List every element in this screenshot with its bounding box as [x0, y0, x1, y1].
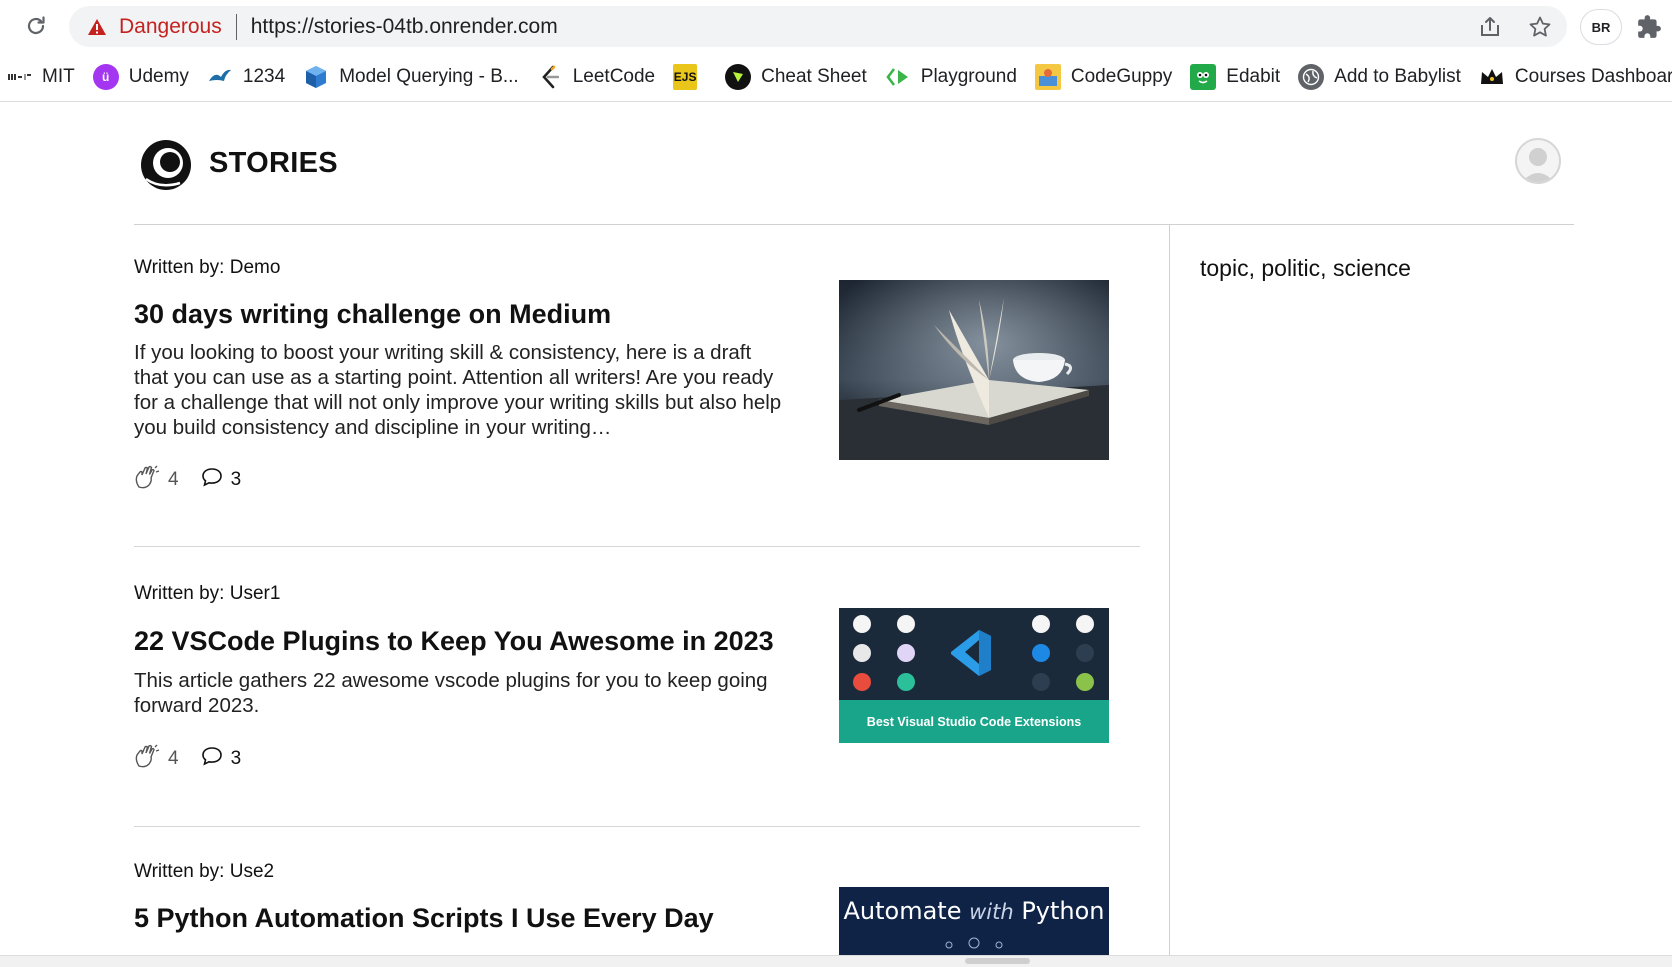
globe-icon — [1298, 64, 1325, 90]
article-thumbnail[interactable] — [839, 280, 1109, 460]
security-label[interactable]: Dangerous — [119, 15, 222, 39]
profile-initials: BR — [1591, 19, 1611, 35]
comment-icon[interactable] — [201, 467, 223, 493]
reload-icon[interactable] — [22, 12, 50, 40]
article-card[interactable]: Written by: User1 22 VSCode Plugins to K… — [134, 555, 1140, 834]
bookmark-courses-dashboard[interactable]: Courses Dashboard — [1479, 64, 1672, 90]
bookmarks-bar: MIT ü Udemy 1234 Model Querying - B... L… — [0, 53, 1672, 102]
thumbnail-caption: Best Visual Studio Code Extensions — [839, 700, 1109, 743]
topics-sidebar[interactable]: topic, politic, science — [1200, 255, 1411, 282]
horizontal-scrollbar[interactable] — [0, 955, 1672, 967]
story-feed: Written by: Demo 30 days writing challen… — [134, 225, 1170, 955]
article-stats: 4 3 — [134, 465, 263, 495]
clap-icon[interactable] — [134, 465, 160, 495]
bookmark-label: CodeGuppy — [1070, 66, 1173, 87]
bookmark-cheat-sheet[interactable]: Cheat Sheet — [725, 64, 867, 90]
clap-count: 4 — [168, 748, 179, 769]
logo-icon[interactable] — [140, 139, 192, 191]
bookmark-edabit[interactable]: Edabit — [1190, 64, 1280, 90]
page: STORIES Written by: Demo 30 days writing… — [0, 103, 1672, 955]
comment-count: 3 — [230, 469, 242, 490]
article-excerpt: If you looking to boost your writing ski… — [134, 341, 782, 439]
article-excerpt: This article gathers 22 awesome vscode p… — [134, 669, 768, 717]
edabit-icon — [1190, 64, 1217, 90]
article-title[interactable]: 22 VSCode Plugins to Keep You Awesome in… — [134, 626, 774, 657]
article-card[interactable]: Written by: Use2 5 Python Automation Scr… — [134, 834, 1140, 955]
bookmark-label: LeetCode — [572, 66, 656, 87]
bookmark-model-querying[interactable]: Model Querying - B... — [303, 64, 519, 90]
comment-count: 3 — [230, 748, 242, 769]
bird-icon — [207, 64, 233, 90]
bookmark-label: Courses Dashboard — [1514, 66, 1672, 87]
star-icon[interactable] — [1527, 14, 1553, 40]
profile-button[interactable]: BR — [1580, 9, 1622, 45]
article-thumbnail[interactable]: Automate with Python — [839, 887, 1109, 955]
bookmark-label: Cheat Sheet — [761, 66, 867, 87]
url-text[interactable]: https://stories-04tb.onrender.com — [251, 15, 558, 39]
avatar[interactable] — [1515, 138, 1561, 184]
bookmark-codeguppy[interactable]: CodeGuppy — [1034, 64, 1173, 90]
mit-logo-icon — [8, 64, 32, 90]
bookmark-1234[interactable]: 1234 — [207, 64, 285, 90]
bookmark-leetcode[interactable]: LeetCode — [537, 64, 655, 90]
address-bar[interactable]: Dangerous https://stories-04tb.onrender.… — [69, 6, 1567, 47]
article-title[interactable]: 5 Python Automation Scripts I Use Every … — [134, 903, 714, 934]
bookmark-mit[interactable]: MIT — [8, 64, 75, 90]
crown-icon — [1479, 64, 1505, 90]
article-author[interactable]: Written by: Demo — [134, 257, 280, 279]
article-card[interactable]: Written by: Demo 30 days writing challen… — [134, 225, 1140, 555]
bookmark-babylist[interactable]: Add to Babylist — [1298, 64, 1461, 90]
bookmark-label: Model Querying - B... — [339, 66, 519, 87]
article-title[interactable]: 30 days writing challenge on Medium — [134, 299, 611, 330]
article-divider — [134, 546, 1140, 547]
separator — [235, 13, 237, 40]
bookmark-label: MIT — [42, 66, 75, 87]
bookmark-label: Edabit — [1226, 66, 1281, 87]
site-header: STORIES — [134, 103, 1574, 225]
leetcode-icon — [537, 64, 563, 90]
codeguppy-icon — [1034, 64, 1061, 90]
bookmark-label: Playground — [920, 66, 1017, 87]
clap-count: 4 — [168, 469, 179, 490]
article-stats: 4 3 — [134, 744, 263, 774]
bookmark-label: 1234 — [242, 66, 286, 87]
bookmark-label: Udemy — [128, 66, 189, 87]
site-brand[interactable]: STORIES — [209, 147, 338, 180]
cube-icon — [303, 64, 329, 90]
warning-icon[interactable] — [87, 17, 107, 37]
share-icon[interactable] — [1477, 14, 1503, 40]
article-author[interactable]: Written by: Use2 — [134, 861, 274, 883]
bookmark-label: Add to Babylist — [1334, 66, 1461, 87]
comment-icon[interactable] — [201, 746, 223, 772]
article-author[interactable]: Written by: User1 — [134, 583, 280, 605]
clap-icon[interactable] — [134, 744, 160, 774]
scrollbar-thumb[interactable] — [965, 958, 1030, 964]
puzzle-icon[interactable] — [1636, 14, 1662, 40]
article-thumbnail[interactable]: Best Visual Studio Code Extensions — [839, 608, 1109, 743]
bookmark-ejs[interactable]: EJS — [673, 64, 707, 90]
cheat-sheet-icon — [725, 64, 752, 90]
browser-toolbar: Dangerous https://stories-04tb.onrender.… — [0, 0, 1672, 53]
bookmark-udemy[interactable]: ü Udemy — [92, 64, 189, 90]
bookmark-playground[interactable]: Playground — [885, 64, 1017, 90]
article-divider — [134, 826, 1140, 827]
udemy-icon: ü — [92, 64, 119, 90]
ejs-icon: EJS — [673, 64, 698, 90]
playground-icon — [885, 64, 911, 90]
